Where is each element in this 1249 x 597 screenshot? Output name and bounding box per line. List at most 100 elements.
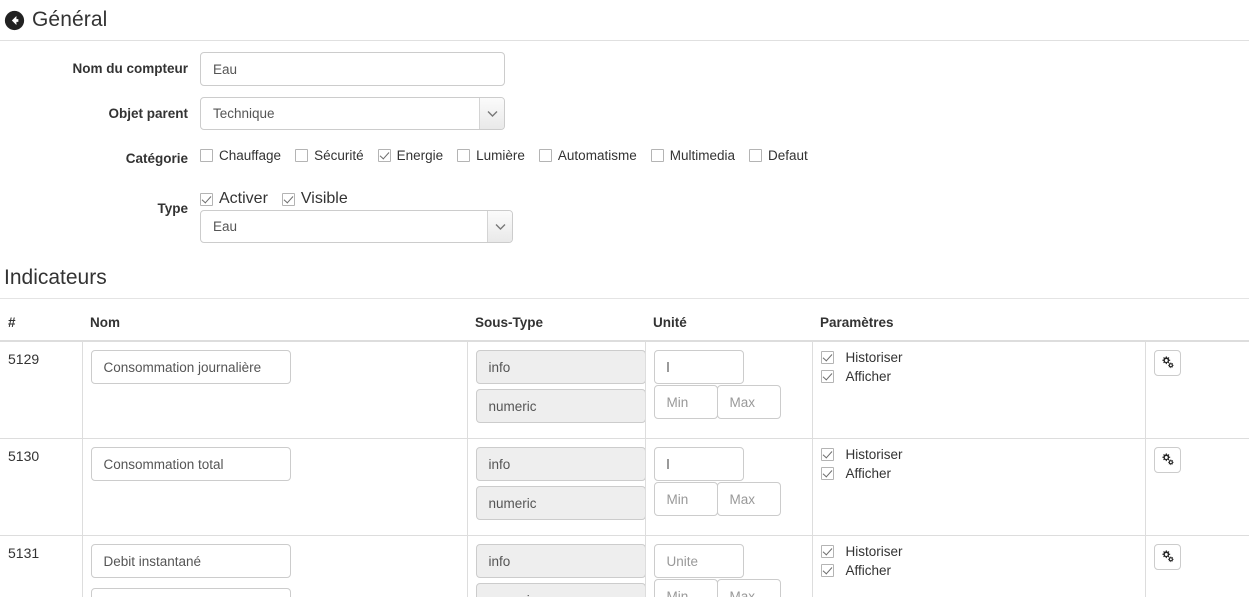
category-checkbox-automatisme[interactable]: Automatisme <box>538 148 637 163</box>
general-form: Nom du compteur Objet parent Technique C… <box>0 41 1249 243</box>
indicator-soustype-cell <box>466 438 646 536</box>
checkbox-icon[interactable] <box>295 149 309 162</box>
indicator-soustype-cell <box>466 340 646 439</box>
historiser-checkbox[interactable]: Historiser <box>820 350 1137 365</box>
indicator-type-input <box>475 544 646 578</box>
meter-name-input[interactable] <box>200 52 505 86</box>
historiser-checkbox[interactable]: Historiser <box>820 544 1137 559</box>
configure-button[interactable] <box>1153 447 1181 473</box>
table-row: 5129 Historiser <box>0 340 1249 439</box>
historiser-checkbox[interactable]: Historiser <box>820 447 1137 462</box>
afficher-checkbox[interactable]: Afficher <box>820 369 1137 384</box>
column-header-actions <box>1145 309 1249 342</box>
checkbox-icon[interactable] <box>650 149 664 162</box>
indicator-actions-cell <box>1144 535 1249 597</box>
activer-checkbox[interactable]: Activer <box>200 190 268 208</box>
checkbox-checked-icon[interactable] <box>281 192 295 206</box>
category-checkbox-defaut[interactable]: Defaut <box>748 148 808 163</box>
indicator-id: 5129 <box>0 340 82 439</box>
indicator-max-input[interactable] <box>716 579 781 597</box>
name-label: Nom du compteur <box>72 61 188 76</box>
indicator-param-list: Historiser Afficher <box>820 350 1137 384</box>
category-label-automatisme: Automatisme <box>557 148 637 163</box>
indicator-actions-cell <box>1144 340 1249 439</box>
indicator-name-input[interactable] <box>90 350 291 384</box>
indicator-id: 5131 <box>0 535 82 597</box>
parent-object-label: Objet parent <box>108 106 188 121</box>
indicator-soustype-cell <box>466 535 646 597</box>
indicator-name-input[interactable] <box>90 447 291 481</box>
category-label-defaut: Defaut <box>767 148 808 163</box>
category-checkbox-energie[interactable]: Energie <box>377 148 444 163</box>
arrow-circle-left-icon[interactable] <box>4 10 25 31</box>
indicator-min-input[interactable] <box>653 385 718 419</box>
indicator-unit-input[interactable] <box>653 544 744 578</box>
checkbox-checked-icon[interactable] <box>820 564 834 577</box>
indicator-min-input[interactable] <box>653 482 718 516</box>
configure-button[interactable] <box>1153 350 1181 376</box>
parent-object-select[interactable]: Technique <box>200 97 505 130</box>
indicator-subtype-input <box>475 389 646 423</box>
indicator-parametres-cell: Historiser Afficher <box>811 340 1145 439</box>
indicator-name-input[interactable] <box>90 544 291 578</box>
visible-label: Visible <box>300 190 348 207</box>
indicator-unite-cell <box>644 340 812 439</box>
checkbox-icon[interactable] <box>457 149 471 162</box>
page-title: Général <box>32 8 108 31</box>
column-header-id: # <box>0 309 82 342</box>
afficher-checkbox[interactable]: Afficher <box>820 563 1137 578</box>
indicator-name-input-next[interactable] <box>90 588 291 597</box>
parent-object-select-wrap: Technique <box>200 97 505 130</box>
category-checkbox-multimedia[interactable]: Multimedia <box>650 148 735 163</box>
historiser-label: Historiser <box>845 447 903 462</box>
indicator-max-input[interactable] <box>716 482 781 516</box>
form-row-category: Catégorie Chauffage Sécurité Energie Lum… <box>0 142 1249 176</box>
checkbox-checked-icon[interactable] <box>820 370 834 383</box>
checkbox-icon[interactable] <box>538 149 552 162</box>
category-label-multimedia: Multimedia <box>669 148 735 163</box>
checkbox-checked-icon[interactable] <box>820 351 834 364</box>
column-header-unite: Unité <box>645 309 812 342</box>
indicator-unit-input[interactable] <box>653 447 744 481</box>
indicator-unite-cell <box>644 535 812 597</box>
category-checkbox-securite[interactable]: Sécurité <box>295 148 364 163</box>
indicator-subtype-input <box>475 486 646 520</box>
checkbox-checked-icon[interactable] <box>820 545 834 558</box>
checkbox-checked-icon[interactable] <box>377 149 391 162</box>
form-row-parent: Objet parent Technique <box>0 97 1249 131</box>
indicator-param-list: Historiser Afficher <box>820 544 1137 578</box>
column-header-sous-type: Sous-Type <box>467 309 645 342</box>
category-checkbox-chauffage[interactable]: Chauffage <box>200 148 281 163</box>
category-label-energie: Energie <box>396 148 444 163</box>
activer-label: Activer <box>219 190 268 207</box>
nom-cell-spacer <box>91 481 459 527</box>
checkbox-checked-icon[interactable] <box>200 192 213 206</box>
checkbox-icon[interactable] <box>200 149 213 162</box>
indicator-minmax-group <box>653 385 804 419</box>
indicator-unit-input[interactable] <box>653 350 744 384</box>
indicator-unite-cell <box>644 438 812 536</box>
indicator-min-input[interactable] <box>653 579 718 597</box>
toggle-checkbox-group: Activer Visible <box>200 187 1249 210</box>
indicator-nom-cell <box>81 340 467 439</box>
type-select[interactable]: Eau <box>200 210 513 243</box>
checkbox-icon[interactable] <box>748 149 762 162</box>
indicator-id: 5130 <box>0 438 82 536</box>
panel-header: Général <box>0 0 1249 41</box>
indicator-max-input[interactable] <box>716 385 781 419</box>
checkbox-checked-icon[interactable] <box>820 448 834 461</box>
indicator-actions-cell <box>1144 438 1249 536</box>
afficher-label: Afficher <box>845 369 892 384</box>
afficher-label: Afficher <box>845 563 892 578</box>
indicators-table: # Nom Sous-Type Unité Paramètres 5129 Co… <box>0 309 1249 597</box>
historiser-label: Historiser <box>845 544 903 559</box>
checkbox-checked-icon[interactable] <box>820 467 834 480</box>
indicator-type-input <box>475 350 646 384</box>
indicator-subtype-input <box>475 583 646 597</box>
configure-button[interactable] <box>1153 544 1181 570</box>
visible-checkbox[interactable]: Visible <box>281 190 348 208</box>
afficher-checkbox[interactable]: Afficher <box>820 466 1137 481</box>
category-checkbox-lumiere[interactable]: Lumière <box>457 148 525 163</box>
section-divider <box>0 298 1249 299</box>
afficher-label: Afficher <box>845 466 892 481</box>
